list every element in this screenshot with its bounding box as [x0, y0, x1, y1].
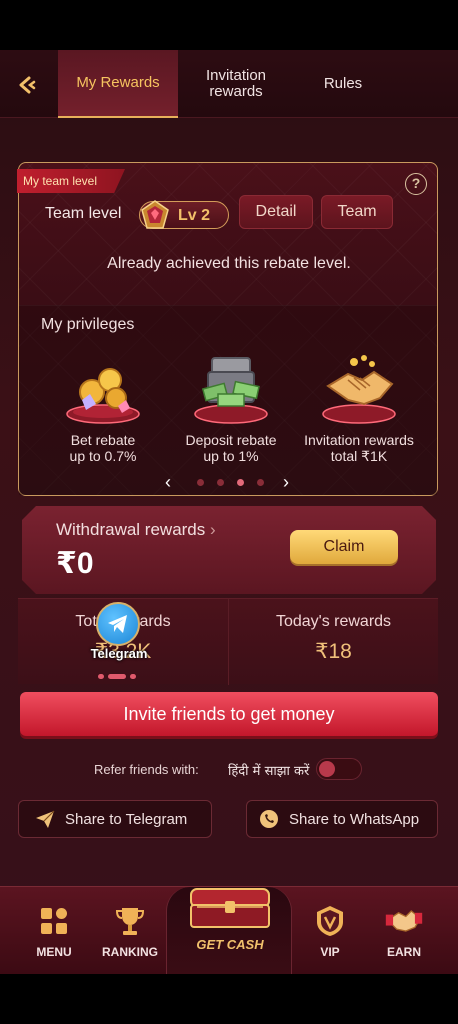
share-telegram-label: Share to Telegram — [65, 810, 188, 828]
privilege-invitation-rewards-line2: total ₹1K — [330, 448, 388, 464]
trophy-icon — [110, 901, 150, 941]
tab-rules[interactable]: Rules — [296, 50, 390, 118]
nav-get-cash-label: GET CASH — [196, 937, 264, 952]
privileges-title: My privileges — [41, 316, 135, 333]
cash-chest-icon — [194, 357, 268, 424]
privilege-invitation-rewards: Invitation rewards total ₹1K — [299, 350, 419, 464]
page-dot — [98, 674, 104, 679]
carousel-dot[interactable] — [217, 479, 224, 486]
top-nav: My Rewards Invitation rewards Rules — [0, 50, 458, 118]
carousel-next-icon[interactable]: › — [283, 472, 289, 493]
level-text: Lv 2 — [178, 207, 211, 224]
paper-plane-icon — [33, 807, 57, 831]
todays-rewards-title: Today's rewards — [275, 613, 392, 630]
nav-vip-label: VIP — [320, 945, 340, 959]
team-button[interactable]: Team — [321, 195, 393, 229]
menu-grid-icon — [34, 901, 74, 941]
tab-my-rewards-label: My Rewards — [76, 74, 160, 91]
hindi-share-toggle[interactable] — [316, 758, 362, 780]
team-level-label: Team level — [45, 205, 122, 222]
whatsapp-icon — [257, 807, 281, 831]
refer-label: Refer friends with: — [94, 762, 199, 777]
privilege-invitation-rewards-line1: Invitation rewards — [304, 432, 414, 448]
invite-friends-button[interactable]: Invite friends to get money — [20, 692, 438, 736]
carousel-dot-active[interactable] — [237, 479, 244, 486]
share-telegram-button[interactable]: Share to Telegram — [18, 800, 212, 838]
page-dot — [130, 674, 136, 679]
handshake-icon — [322, 355, 396, 424]
nav-ranking[interactable]: RANKING — [92, 901, 168, 959]
system-bar — [0, 974, 458, 1024]
page-dot-active — [108, 674, 126, 679]
earn-handshake-icon — [384, 901, 424, 941]
refer-row: Refer friends with: हिंदी में साझा करें — [0, 758, 458, 782]
level-gem-icon — [141, 200, 169, 229]
carousel-dot[interactable] — [197, 479, 204, 486]
todays-rewards[interactable]: Today's rewards ₹18 — [228, 599, 438, 685]
todays-rewards-value: ₹18 — [315, 640, 352, 663]
privilege-deposit-rebate-line1: Deposit rebate — [185, 432, 277, 448]
nav-menu-label: MENU — [36, 945, 72, 959]
carousel-prev-icon[interactable]: ‹ — [165, 472, 171, 493]
privilege-deposit-rebate: Deposit rebate up to 1% — [171, 350, 291, 464]
tab-rules-label: Rules — [323, 75, 363, 92]
help-icon[interactable]: ? — [405, 173, 427, 195]
treasure-chest-icon — [190, 888, 270, 928]
share-whatsapp-button[interactable]: Share to WhatsApp — [246, 800, 438, 838]
tab-invitation-rewards-label: Invitation rewards — [205, 67, 267, 100]
telegram-icon — [96, 602, 140, 646]
bottom-nav: MENU RANKING GET CASH VIP EARN — [0, 886, 458, 974]
claim-button[interactable]: Claim — [290, 530, 398, 564]
share-whatsapp-label: Share to WhatsApp — [289, 810, 420, 828]
privilege-bet-rebate-line2: up to 0.7% — [69, 448, 137, 464]
tab-invitation-rewards[interactable]: Invitation rewards — [186, 50, 286, 118]
vip-shield-icon — [310, 901, 350, 941]
carousel-dot[interactable] — [257, 479, 264, 486]
rewards-summary-row: Total rewards ₹3.2K Today's rewards ₹18 — [18, 598, 438, 685]
tab-my-rewards[interactable]: My Rewards — [58, 50, 178, 118]
privilege-bet-rebate-line1: Bet rebate — [70, 432, 136, 448]
hindi-share-label: हिंदी में साझा करें — [228, 764, 310, 779]
app-root: My Rewards Invitation rewards Rules My t… — [0, 50, 458, 974]
nav-vip[interactable]: VIP — [292, 901, 368, 959]
privileges-section: My privileges Bet rebate up to 0.7% Depo… — [19, 305, 437, 495]
toggle-knob — [319, 761, 335, 777]
nav-get-cash[interactable]: GET CASH — [166, 887, 292, 974]
chevron-right-icon: › — [210, 520, 216, 539]
privileges-carousel: ‹ › — [159, 472, 299, 492]
withdrawal-amount: ₹0 — [56, 547, 94, 580]
detail-button[interactable]: Detail — [239, 195, 313, 229]
back-button[interactable] — [12, 70, 42, 100]
withdrawal-rewards-label[interactable]: Withdrawal rewards › — [56, 520, 216, 540]
privilege-deposit-rebate-line2: up to 1% — [203, 448, 259, 464]
team-level-ribbon: My team level — [17, 169, 125, 193]
telegram-float-button[interactable]: Telegram — [82, 602, 156, 668]
nav-menu[interactable]: MENU — [16, 901, 92, 959]
rebate-level-message: Already achieved this rebate level. — [107, 255, 351, 272]
page-indicator — [98, 674, 138, 680]
withdrawal-rewards-card: Withdrawal rewards › ₹0 Claim — [22, 506, 436, 594]
nav-earn-label: EARN — [386, 945, 421, 959]
team-level-card: My team level ? Team level Lv 2 Detail T… — [17, 162, 438, 496]
back-arrow-icon — [19, 76, 36, 94]
withdrawal-rewards-label-text: Withdrawal rewards — [56, 520, 206, 539]
nav-earn[interactable]: EARN — [366, 901, 442, 959]
nav-ranking-label: RANKING — [102, 945, 158, 959]
coins-gems-icon — [66, 368, 140, 424]
telegram-float-label: Telegram — [90, 646, 148, 661]
level-badge: Lv 2 — [139, 200, 229, 229]
privilege-bet-rebate: Bet rebate up to 0.7% — [43, 350, 163, 464]
